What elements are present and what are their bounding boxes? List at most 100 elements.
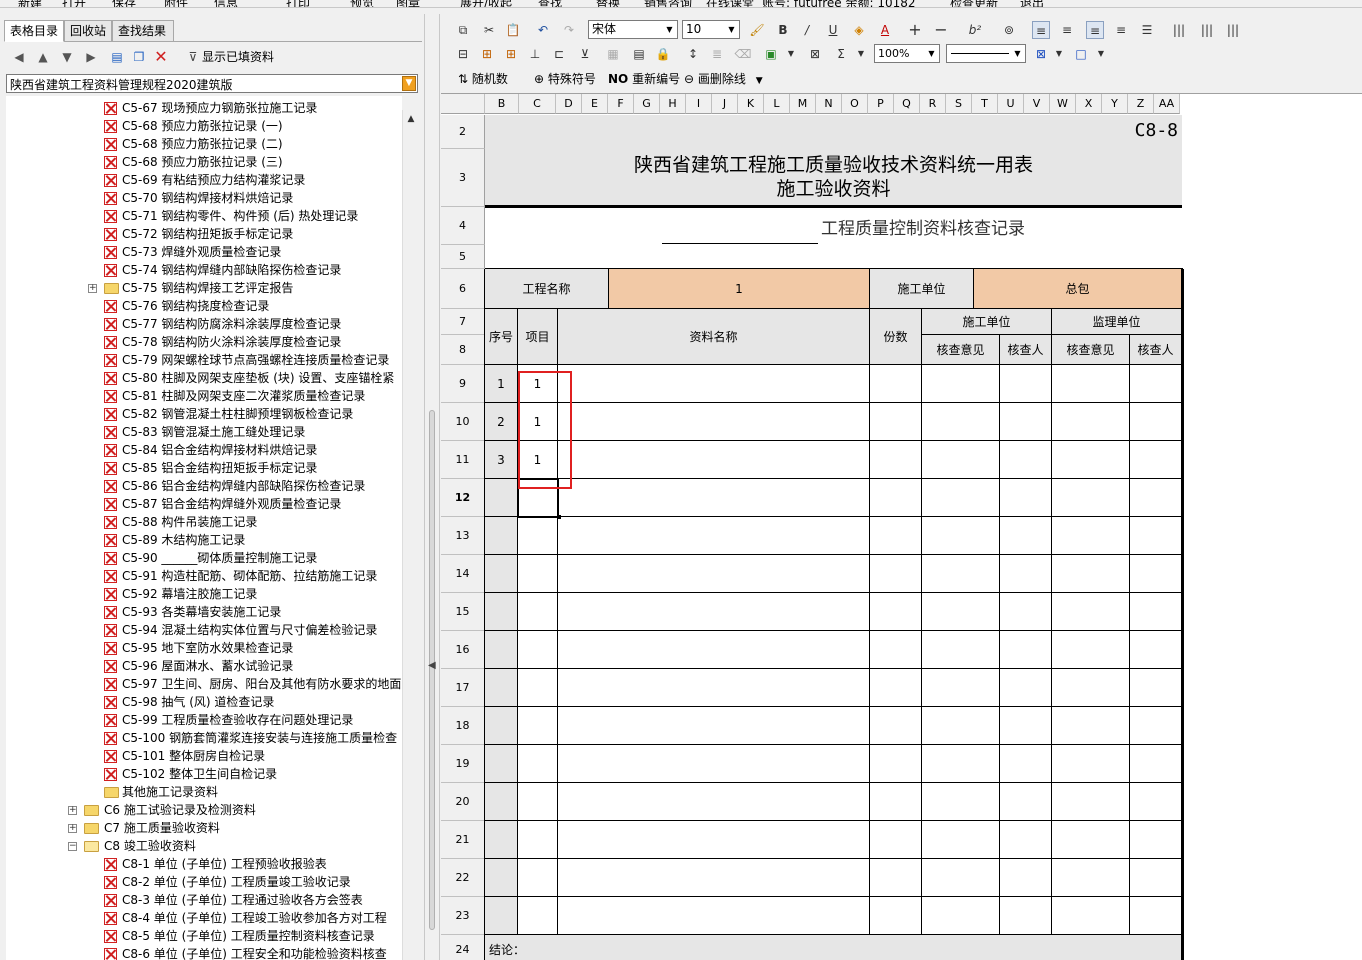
data-cell[interactable] <box>1130 631 1182 669</box>
tree-item[interactable]: C5-68 预应力筋张拉记录 (三) <box>6 153 402 171</box>
formula-icon[interactable]: ⊠ <box>806 45 824 63</box>
tree-item[interactable]: C5-77 钢结构防腐涂料涂装厚度检查记录 <box>6 315 402 333</box>
data-cell[interactable] <box>922 859 1000 897</box>
italic-icon[interactable]: / <box>798 21 816 39</box>
tree-item[interactable]: C8-2 单位 (子单位) 工程质量竣工验收记录 <box>6 873 402 891</box>
delete-col-icon[interactable]: ⊏ <box>550 45 568 63</box>
tree-item[interactable]: C5-81 柱脚及网架支座二次灌浆质量检查记录 <box>6 387 402 405</box>
tree-item[interactable]: + C7 施工质量验收资料 <box>6 819 402 837</box>
column-header[interactable]: G <box>634 94 660 114</box>
font-color-icon[interactable]: A <box>876 21 894 39</box>
data-cell[interactable] <box>1000 897 1052 935</box>
data-cell[interactable] <box>558 669 870 707</box>
seq-cell[interactable] <box>485 707 518 745</box>
data-cell[interactable] <box>1130 821 1182 859</box>
column-header[interactable]: U <box>998 94 1024 114</box>
barcode-3-icon[interactable]: ||| <box>1224 21 1242 39</box>
seq-cell[interactable] <box>485 859 518 897</box>
format-painter-icon[interactable]: 🖌 <box>748 21 766 39</box>
delete-icon[interactable]: ✕ <box>152 48 170 66</box>
data-cell[interactable] <box>1130 897 1182 935</box>
seq-cell[interactable] <box>485 555 518 593</box>
data-cell[interactable] <box>1052 517 1130 555</box>
random-number-button[interactable]: ⇅ 随机数 <box>458 70 508 88</box>
data-cell[interactable] <box>922 441 1000 479</box>
tree-item[interactable]: C5-78 钢结构防火涂料涂装厚度检查记录 <box>6 333 402 351</box>
strikethrough-button[interactable]: ⊖ 画删除线 ▼ <box>684 70 763 88</box>
data-cell[interactable] <box>1052 555 1130 593</box>
item-cell[interactable] <box>518 745 558 783</box>
data-cell[interactable] <box>1130 555 1182 593</box>
tree-item[interactable]: C5-85 铝合金结构扭矩扳手标定记录 <box>6 459 402 477</box>
column-header[interactable]: H <box>660 94 686 114</box>
item-cell[interactable] <box>518 897 558 935</box>
special-char-button[interactable]: ⊕ 特殊符号 <box>534 70 596 88</box>
data-cell[interactable] <box>1130 593 1182 631</box>
column-header[interactable]: C <box>519 94 556 114</box>
data-cell[interactable] <box>1052 593 1130 631</box>
menu-save[interactable]: 保存 <box>112 0 136 7</box>
menu-replace[interactable]: 替换 <box>596 0 620 7</box>
column-header[interactable]: X <box>1076 94 1102 114</box>
tree-scrollbar[interactable]: ▲ <box>402 110 419 960</box>
data-cell[interactable] <box>1000 707 1052 745</box>
copy-table-icon[interactable]: ❐ <box>130 48 148 66</box>
data-cell[interactable] <box>922 821 1000 859</box>
column-header[interactable]: O <box>842 94 868 114</box>
data-cell[interactable] <box>1130 745 1182 783</box>
tree-item[interactable]: C8-3 单位 (子单位) 工程通过验收各方会签表 <box>6 891 402 909</box>
data-cell[interactable] <box>1052 441 1130 479</box>
data-cell[interactable] <box>870 821 922 859</box>
column-header[interactable]: E <box>582 94 608 114</box>
spreadsheet[interactable]: B C D E F G H I J K L M N O P Q R S T U V W X Y Z AA 2 3 4 5 6 7 8 9 10 11… <box>441 93 1362 960</box>
column-header[interactable]: Z <box>1128 94 1154 114</box>
data-cell[interactable] <box>1130 441 1182 479</box>
border-icon[interactable]: ⊠ <box>1032 45 1050 63</box>
row-header[interactable]: 18 <box>441 707 485 745</box>
tree-item[interactable]: C5-74 钢结构焊缝内部缺陷探伤检查记录 <box>6 261 402 279</box>
row-header[interactable]: 13 <box>441 517 485 555</box>
seq-cell[interactable]: 3 <box>485 441 518 479</box>
insert-col-icon[interactable]: ⊞ <box>502 45 520 63</box>
row-header[interactable]: 8 <box>441 335 485 365</box>
chevron-down-icon[interactable]: ▼ <box>725 22 738 37</box>
seq-cell[interactable] <box>485 593 518 631</box>
data-cell[interactable] <box>922 365 1000 403</box>
seq-cell[interactable]: 2 <box>485 403 518 441</box>
tree-item[interactable]: C5-76 钢结构挠度检查记录 <box>6 297 402 315</box>
column-header[interactable]: Q <box>894 94 920 114</box>
chevron-down-icon[interactable]: ▼ <box>925 46 938 61</box>
data-cell[interactable] <box>870 593 922 631</box>
barcode-1-icon[interactable]: ||| <box>1170 21 1188 39</box>
chevron-down-icon[interactable]: ▼ <box>663 22 676 37</box>
item-cell[interactable] <box>518 517 558 555</box>
tree-item[interactable]: C5-91 构造柱配筋、砌体配筋、拉结筋施工记录 <box>6 567 402 585</box>
column-header[interactable]: T <box>972 94 998 114</box>
tree-item[interactable]: C5-86 铝合金结构焊缝内部缺陷探伤检查记录 <box>6 477 402 495</box>
renumber-button[interactable]: NO 重新编号 <box>608 70 680 88</box>
tree-item[interactable]: C5-68 预应力筋张拉记录 (一) <box>6 117 402 135</box>
panel-splitter[interactable]: ◀ <box>424 14 440 960</box>
data-cell[interactable] <box>1052 707 1130 745</box>
row-header[interactable]: 6 <box>441 269 485 309</box>
align-left-icon[interactable]: ≡ <box>1032 21 1050 39</box>
data-cell[interactable] <box>1052 821 1130 859</box>
row-header[interactable]: 23 <box>441 897 485 935</box>
data-cell[interactable] <box>558 821 870 859</box>
standard-select[interactable]: 陕西省建筑工程资料管理规程2020建筑版 ▼ <box>6 74 418 93</box>
chevron-down-icon[interactable]: ▼ <box>1092 45 1110 63</box>
arrow-right-icon[interactable]: ▶ <box>82 48 100 66</box>
font-name-select[interactable]: 宋体 ▼ <box>588 20 678 39</box>
indent-icon[interactable]: ≣ <box>708 45 726 63</box>
tab-search-results[interactable]: 查找结果 <box>112 20 174 42</box>
data-cell[interactable] <box>870 631 922 669</box>
data-cell[interactable] <box>558 707 870 745</box>
chevron-down-icon[interactable]: ▼ <box>1050 45 1068 63</box>
item-cell[interactable] <box>518 783 558 821</box>
tab-recycle-bin[interactable]: 回收站 <box>64 20 112 42</box>
item-cell[interactable] <box>518 631 558 669</box>
bold-icon[interactable]: B <box>774 21 792 39</box>
arrow-down-icon[interactable]: ▼ <box>58 48 76 66</box>
seq-cell[interactable] <box>485 745 518 783</box>
sigma-icon[interactable]: Σ <box>832 45 850 63</box>
